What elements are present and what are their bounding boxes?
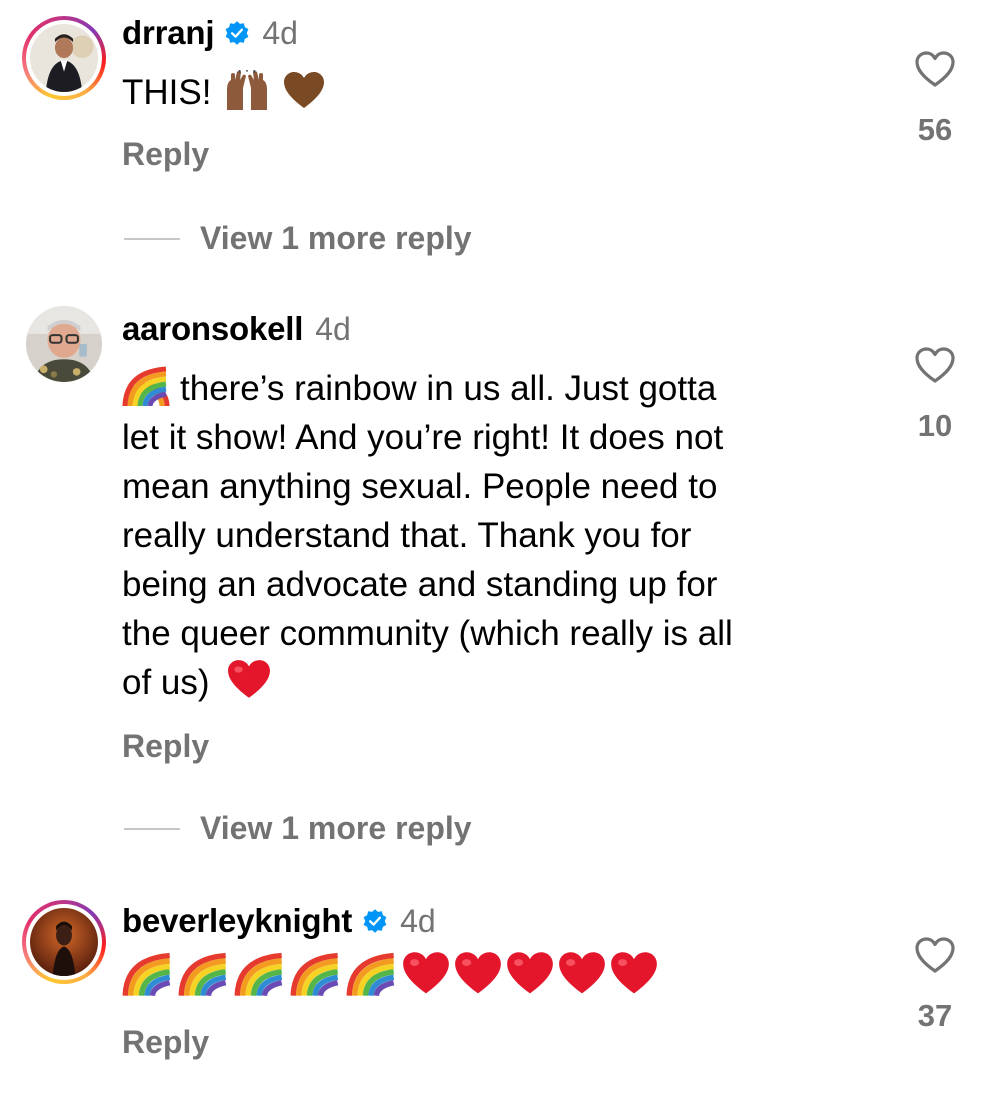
avatar-drranj[interactable]: [22, 16, 106, 100]
username[interactable]: drranj: [122, 14, 215, 52]
red-heart-emoji: [558, 952, 606, 996]
comment-line-5: being an advocate and standing up for: [122, 565, 718, 604]
username[interactable]: aaronsokell: [122, 310, 303, 348]
like-heart-icon[interactable]: [914, 50, 956, 88]
avatar-photo: [30, 908, 98, 976]
comment-text: THIS!: [122, 68, 882, 117]
timestamp: 4d: [315, 310, 351, 347]
timestamp: 4d: [400, 902, 436, 939]
brown-heart-emoji: [283, 72, 325, 110]
rainbow-emoji: [122, 952, 174, 996]
reply-button[interactable]: Reply: [122, 728, 209, 765]
comment-emoji-row: [122, 952, 882, 1003]
red-heart-emoji: [227, 660, 271, 700]
comment-line-3: mean anything sexual. People need to: [122, 467, 718, 506]
like-heart-icon[interactable]: [914, 936, 956, 974]
comment-text-line: there’s rainbow in us all. Just gotta: [180, 369, 717, 408]
comment-text: there’s rainbow in us all. Just gotta le…: [122, 364, 882, 707]
comment-line-7: of us): [122, 658, 882, 707]
rainbow-emoji: [122, 366, 170, 406]
like-count: 10: [917, 408, 953, 443]
username[interactable]: beverleyknight: [122, 902, 352, 940]
comment-line-4: really understand that. Thank you for: [122, 516, 692, 555]
view-more-replies-label[interactable]: View 1 more reply: [200, 220, 472, 257]
rainbow-emoji: [290, 952, 342, 996]
verified-badge-icon: [363, 909, 387, 933]
avatar-aaronsokell[interactable]: [26, 306, 102, 382]
view-more-replies-button[interactable]: View 1 more reply: [124, 810, 472, 847]
avatar-photo: [26, 306, 102, 382]
comment-line-2: let it show! And you’re right! It does n…: [122, 418, 724, 457]
rainbow-emoji: [178, 952, 230, 996]
red-heart-emoji: [454, 952, 502, 996]
like-heart-icon[interactable]: [914, 346, 956, 384]
comment-line-6: the queer community (which really is all: [122, 614, 733, 653]
comment-line-1: there’s rainbow in us all. Just gotta: [122, 364, 882, 413]
reply-button[interactable]: Reply: [122, 136, 209, 173]
avatar-photo: [30, 24, 98, 92]
reply-button[interactable]: Reply: [122, 1024, 209, 1061]
rainbow-emoji: [234, 952, 286, 996]
rainbow-emoji: [346, 952, 398, 996]
view-more-replies-button[interactable]: View 1 more reply: [124, 220, 472, 257]
avatar-beverleyknight[interactable]: [22, 900, 106, 984]
like-count: 56: [917, 112, 953, 147]
divider-line: [124, 237, 180, 240]
raising-hands-emoji: [221, 70, 273, 110]
red-heart-emoji: [402, 952, 450, 996]
comment-text-line: of us): [122, 663, 210, 702]
like-count: 37: [917, 998, 953, 1033]
red-heart-emoji: [506, 952, 554, 996]
view-more-replies-label[interactable]: View 1 more reply: [200, 810, 472, 847]
timestamp: 4d: [262, 14, 298, 51]
comment-text-body: THIS!: [122, 73, 212, 112]
red-heart-emoji: [610, 952, 658, 996]
verified-badge-icon: [225, 21, 249, 45]
divider-line: [124, 827, 180, 830]
